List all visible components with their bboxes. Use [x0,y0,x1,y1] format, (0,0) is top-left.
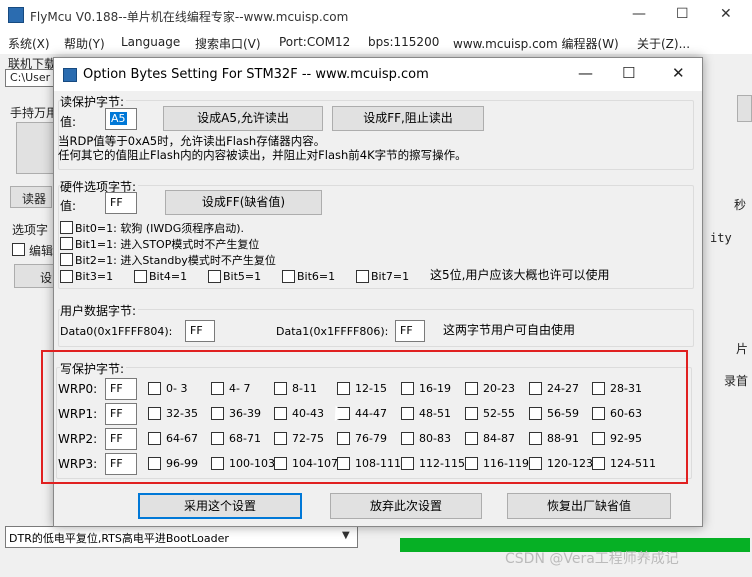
bit2-label: Bit2=1: 进入Standby模式时不产生复位 [75,254,276,267]
rdp-value-input[interactable]: A5 [105,108,137,130]
hw-value-input[interactable]: FF [105,192,137,214]
menu-port[interactable]: Port:COM12 [279,35,350,49]
set-ff-default-button[interactable]: 设成FF(缺省值) [165,190,322,215]
data1-label: Data1(0x1FFFF806): [276,325,389,338]
watermark: CSDN @Vera工程师养成记 [505,551,679,567]
close-icon[interactable]: ✕ [720,6,732,22]
bit1-checkbox[interactable] [60,237,73,250]
handheld-label: 手持万用 [10,106,59,120]
dialog-minimize-icon[interactable]: — [578,64,593,82]
data0-label: Data0(0x1FFFF804): [60,325,173,338]
hw-value-label: 值: [60,199,77,213]
bit0-checkbox[interactable] [60,221,73,234]
file-path-text: C:\User [10,71,51,84]
user-data-label: 用户数据字节: [60,302,139,319]
bit7-checkbox[interactable] [356,270,369,283]
reader-label: 读器 [22,192,47,206]
set-a5-allow-button[interactable]: 设成A5,允许读出 [163,106,323,131]
menu-about[interactable]: 关于(Z)... [637,35,690,52]
set-ff-block-button[interactable]: 设成FF,阻止读出 [332,106,484,131]
bit5-checkbox[interactable] [208,270,221,283]
set-label: 设 [40,271,53,285]
dialog-title: Option Bytes Setting For STM32F -- www.m… [83,67,429,82]
data1-input[interactable]: FF [395,320,425,342]
hw-bits-note: 这5位,用户应该大概也许可以使用 [430,268,610,282]
minimize-icon[interactable]: — [632,6,646,22]
bit6-label: Bit6=1 [297,270,336,283]
rdp-note-2: 任何其它的值阻止Flash内的内容被读出，并阻止对Flash前4K字节的擦写操作… [58,148,467,162]
restore-defaults-button[interactable]: 恢复出厂缺省值 [507,493,671,519]
reset-mode-value: DTR的低电平复位,RTS高电平进BootLoader [9,532,229,545]
bit3-label: Bit3=1 [75,270,114,283]
bit2-checkbox[interactable] [60,253,73,266]
handheld-button[interactable] [16,122,56,174]
bit3-checkbox[interactable] [60,270,73,283]
dialog-maximize-icon[interactable]: ☐ [622,64,635,82]
bit0-label: Bit0=1: 软狗 (IWDG须程序启动). [75,222,245,235]
bit1-label: Bit1=1: 进入STOP模式时不产生复位 [75,238,260,251]
bit4-checkbox[interactable] [134,270,147,283]
bit7-label: Bit7=1 [371,270,410,283]
discard-settings-button[interactable]: 放弃此次设置 [330,493,482,519]
chevron-down-icon[interactable]: ▼ [342,530,350,541]
bit4-label: Bit4=1 [149,270,188,283]
menu-bps[interactable]: bps:115200 [368,35,439,49]
menu-programmer[interactable]: www.mcuisp.com 编程器(W) [453,35,619,52]
menu-help[interactable]: 帮助(Y) [64,35,105,52]
read-value-label: 值: [60,115,77,129]
right-text-2: ity [710,231,732,245]
menu-search-port[interactable]: 搜索串口(V) [195,35,261,52]
options-label: 选项字 [12,223,49,237]
data0-input[interactable]: FF [185,320,215,342]
dialog-app-icon [63,68,77,82]
rdp-value-text: A5 [110,112,127,125]
right-text-1: 秒 [734,198,747,212]
apply-settings-button[interactable]: 采用这个设置 [138,493,302,519]
menu-language[interactable]: Language [121,35,180,49]
edit-label: 编辑 [29,244,54,258]
bit6-checkbox[interactable] [282,270,295,283]
bit5-label: Bit5=1 [223,270,262,283]
menu-system[interactable]: 系统(X) [8,35,50,52]
right-text-4: 录首 [724,374,749,388]
edit-checkbox[interactable] [12,243,25,256]
user-data-note: 这两字节用户可自由使用 [443,323,576,337]
right-panel-button[interactable] [737,95,752,122]
app-title: FlyMcu V0.188--单片机在线编程专家--www.mcuisp.com [30,10,349,24]
maximize-icon[interactable]: ☐ [676,6,689,22]
dialog-close-icon[interactable]: ✕ [672,64,685,82]
highlight-box [41,350,688,484]
app-logo-icon [8,7,24,23]
right-text-3: 片 [736,342,749,356]
